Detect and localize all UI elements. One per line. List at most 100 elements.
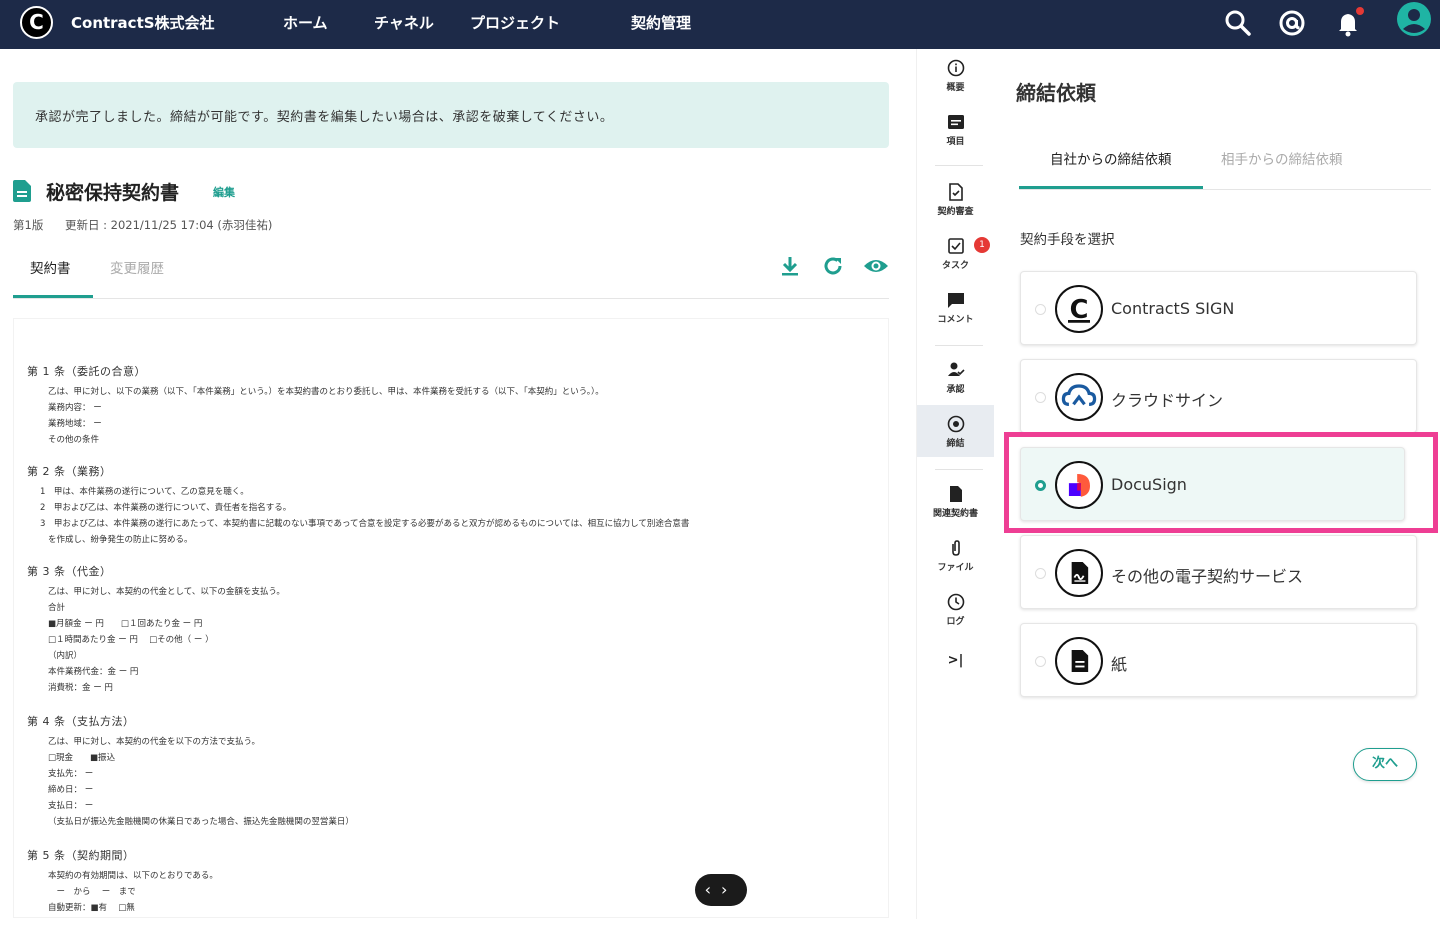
rail-label: 締結: [946, 439, 965, 449]
selection-highlight: [1004, 432, 1438, 533]
tab-divider: [13, 298, 889, 299]
top-navigation-bar: C ContractS株式会社 ホーム チャネル プロジェクト 契約管理: [0, 0, 1440, 49]
article-2: 第 2 条（業務） 1 甲は、本件業務の遂行について、乙の意見を聴く。 2 甲お…: [27, 463, 867, 548]
task-count-badge: 1: [974, 237, 990, 253]
cloudsign-logo: [1055, 373, 1103, 421]
contract-document-viewer[interactable]: 第 1 条（委託の合意） 乙は、甲に対し、以下の業務（以下、「本件業務」という。…: [13, 318, 889, 918]
article-1: 第 1 条（委託の合意） 乙は、甲に対し、以下の業務（以下、「本件業務」という。…: [27, 363, 867, 448]
tab-history[interactable]: 変更履歴: [110, 257, 164, 277]
rail-item-review[interactable]: 契約審査: [917, 183, 994, 233]
radio-button[interactable]: [1035, 304, 1046, 315]
rail-label: ファイル: [937, 563, 974, 573]
option-label: クラウドサイン: [1111, 391, 1224, 410]
article-4: 第 4 条（支払方法） 乙は、甲に対し、本契約の代金を以下の方法で支払う。 □現…: [27, 713, 867, 830]
info-icon: [947, 59, 964, 77]
rail-label: 概要: [946, 83, 965, 93]
article-line: □現金 ■振込: [48, 753, 116, 763]
article-line: 業務地域： ー: [48, 419, 102, 429]
app-logo[interactable]: C: [20, 6, 53, 39]
article-heading: 第 4 条（支払方法）: [27, 715, 135, 728]
rail-divider: [935, 345, 983, 346]
rail-label: 承認: [946, 385, 965, 395]
user-avatar-icon[interactable]: [1396, 1, 1432, 37]
updated-label: 更新日 : 2021/11/25 17:04 (赤羽佳祐): [64, 218, 273, 232]
rail-label: ログ: [946, 617, 965, 627]
tab-contract[interactable]: 契約書: [30, 257, 71, 277]
option-label: その他の電子契約サービス: [1111, 567, 1304, 586]
comment-icon: [947, 293, 964, 308]
article-line: □１時間あたり金 ー 円 □その他（ ー ）: [48, 635, 214, 645]
document-title: 秘密保持契約書: [46, 182, 180, 204]
rail-item-task[interactable]: タスク 1: [917, 237, 994, 287]
contracts-sign-logo: C: [1055, 285, 1103, 333]
rail-label: タスク: [941, 261, 969, 271]
clock-icon: [947, 593, 964, 611]
preview-eye-icon[interactable]: [863, 254, 889, 278]
next-button[interactable]: 次へ: [1353, 748, 1417, 781]
related-doc-icon: [949, 486, 962, 502]
rail-item-related-docs[interactable]: 関連契約書: [917, 485, 994, 535]
option-contracts-sign[interactable]: C ContractS SIGN: [1020, 271, 1417, 345]
approval-icon: [947, 362, 965, 376]
rail-item-approval[interactable]: 承認: [917, 361, 994, 411]
article-line: 3 甲および乙は、本件業務の遂行にあたって、本契約書に記載のない事項であって合意…: [40, 519, 690, 529]
search-icon[interactable]: [1222, 7, 1254, 39]
rail-label: 契約審査: [937, 207, 974, 217]
nav-home[interactable]: ホーム: [283, 12, 328, 33]
article-line: 2 甲および乙は、本件業務の遂行について、責任者を指名する。: [40, 503, 292, 513]
article-line: 乙は、甲に対し、本契約の代金として、以下の金額を支払う。: [48, 587, 285, 597]
rail-item-fields[interactable]: 項目: [917, 113, 994, 163]
tab-own-request[interactable]: 自社からの締結依頼: [1050, 148, 1172, 168]
paper-icon: [1055, 637, 1103, 685]
rail-label: 項目: [946, 137, 965, 147]
article-heading: 第 3 条（代金）: [27, 565, 112, 578]
nav-contract-management[interactable]: 契約管理: [631, 12, 691, 33]
refresh-icon[interactable]: [821, 254, 845, 278]
edit-link[interactable]: 編集: [213, 184, 235, 200]
article-heading: 第 1 条（委託の合意）: [27, 365, 146, 378]
rail-item-overview[interactable]: 概要: [917, 59, 994, 109]
article-line: 乙は、甲に対し、以下の業務（以下、「本件業務」という。）を本契約書のとおり委託し…: [48, 387, 604, 397]
article-line: 本件業務代金：金 ー 円: [48, 667, 139, 677]
article-line: 業務内容： ー: [48, 403, 102, 413]
article-line: を作成し、紛争発生の防止に努める。: [48, 535, 193, 545]
company-name: ContractS株式会社: [71, 14, 215, 32]
prev-page-button[interactable]: ‹: [705, 880, 721, 899]
notification-dot: [1356, 7, 1364, 15]
rail-item-log[interactable]: ログ: [917, 593, 994, 643]
option-other-esign[interactable]: その他の電子契約サービス: [1020, 535, 1417, 609]
version-label: 第1版: [13, 218, 44, 232]
rail-item-execution[interactable]: 締結: [917, 405, 994, 457]
document-meta: 第1版 更新日 : 2021/11/25 17:04 (赤羽佳祐): [13, 217, 290, 233]
radio-button[interactable]: [1035, 656, 1046, 667]
panel-title: 締結依頼: [1016, 81, 1096, 105]
radio-button[interactable]: [1035, 392, 1046, 403]
option-cloudsign[interactable]: クラウドサイン: [1020, 359, 1417, 433]
collapse-panel-button[interactable]: >|: [917, 653, 994, 703]
rail-item-files[interactable]: ファイル: [917, 539, 994, 589]
other-esign-icon: [1055, 549, 1103, 597]
rail-item-comment[interactable]: コメント: [917, 291, 994, 341]
nav-project[interactable]: プロジェクト: [470, 12, 560, 33]
option-paper[interactable]: 紙: [1020, 623, 1417, 697]
article-line: 消費税：金 ー 円: [48, 683, 113, 693]
rail-divider: [935, 469, 983, 470]
review-icon: [948, 183, 963, 201]
mention-icon[interactable]: [1276, 7, 1308, 39]
download-icon[interactable]: [778, 254, 802, 278]
page-navigation[interactable]: ‹›: [695, 874, 747, 906]
article-line: ■月額金 ー 円 □１回あたり金 ー 円: [48, 619, 203, 629]
article-line: 1 甲は、本件業務の遂行について、乙の意見を聴く。: [40, 487, 249, 497]
article-line: その他の条件: [48, 435, 100, 445]
article-3: 第 3 条（代金） 乙は、甲に対し、本契約の代金として、以下の金額を支払う。 合…: [27, 563, 867, 696]
article-heading: 第 2 条（業務）: [27, 465, 112, 478]
rail-label: 関連契約書: [932, 509, 978, 519]
next-page-button[interactable]: ›: [721, 880, 737, 899]
rail-label: コメント: [937, 315, 974, 325]
tab-partner-request[interactable]: 相手からの締結依頼: [1221, 148, 1343, 168]
nav-channel[interactable]: チャネル: [374, 12, 434, 33]
status-banner: 承認が完了しました。締結が可能です。契約書を編集したい場合は、承認を破棄してくだ…: [13, 82, 889, 148]
article-line: （内訳）: [48, 651, 83, 661]
radio-button[interactable]: [1035, 568, 1046, 579]
article-line: 支払日： ー: [48, 801, 94, 811]
